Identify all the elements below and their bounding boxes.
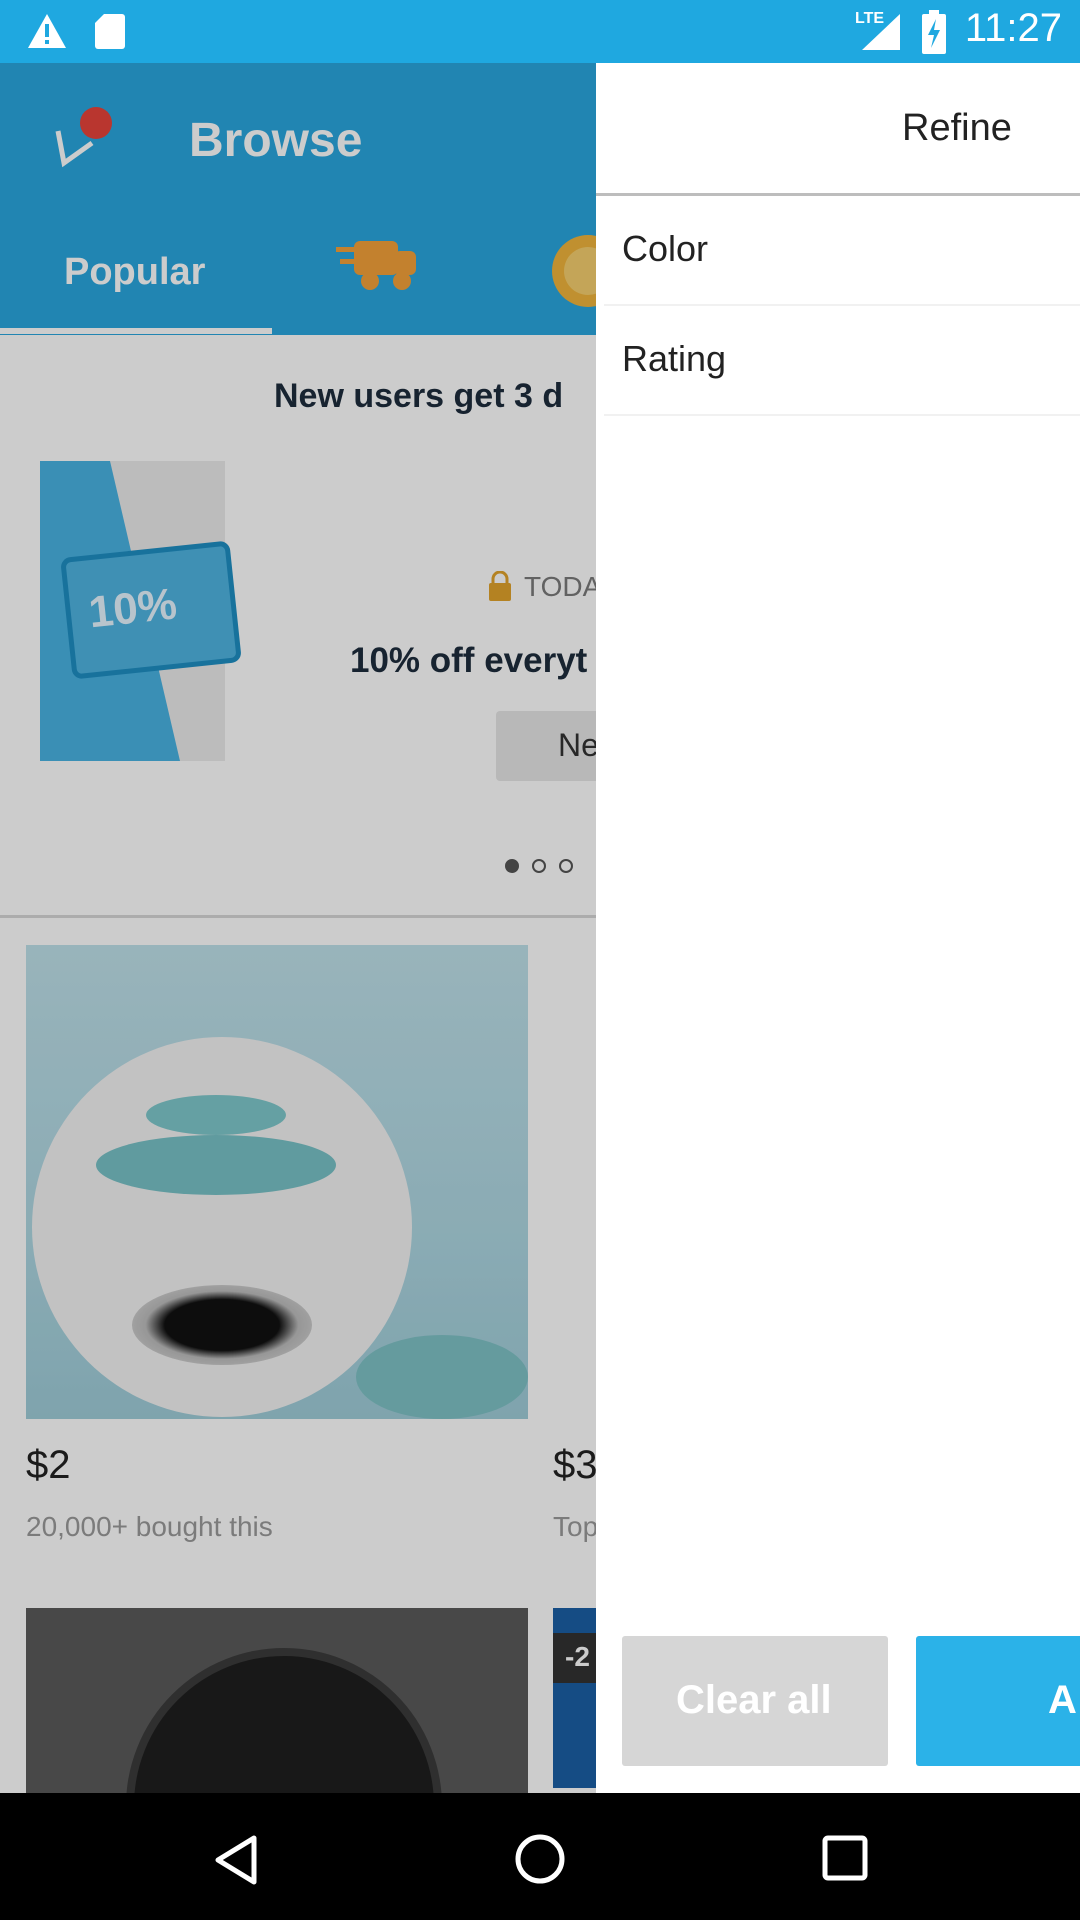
status-bar: LTE 11:27 (0, 0, 1080, 63)
filter-label: Rating (622, 338, 727, 379)
apply-label: A (1048, 1678, 1077, 1722)
filter-label: Color (622, 228, 709, 269)
drawer-title: Refine (902, 107, 1012, 149)
drawer-scrim[interactable] (0, 63, 596, 1793)
home-icon[interactable] (514, 1833, 566, 1885)
signal-icon (862, 14, 900, 50)
apply-button[interactable]: A (916, 1636, 1080, 1766)
battery-charging-icon (922, 10, 946, 54)
clear-all-button[interactable]: Clear all (622, 1636, 888, 1766)
sd-card-icon (95, 14, 125, 49)
filter-rating[interactable]: Rating (596, 306, 1080, 416)
warning-icon (28, 14, 66, 48)
filter-divider (604, 414, 1080, 416)
refine-drawer: Refine Color Rating Clear all A (596, 63, 1080, 1793)
filter-color[interactable]: Color (596, 196, 1080, 306)
clear-all-label: Clear all (676, 1678, 832, 1722)
system-nav-bar (0, 1793, 1080, 1920)
recents-icon[interactable] (822, 1835, 868, 1881)
back-icon[interactable] (214, 1835, 258, 1885)
clock: 11:27 (964, 6, 1062, 50)
